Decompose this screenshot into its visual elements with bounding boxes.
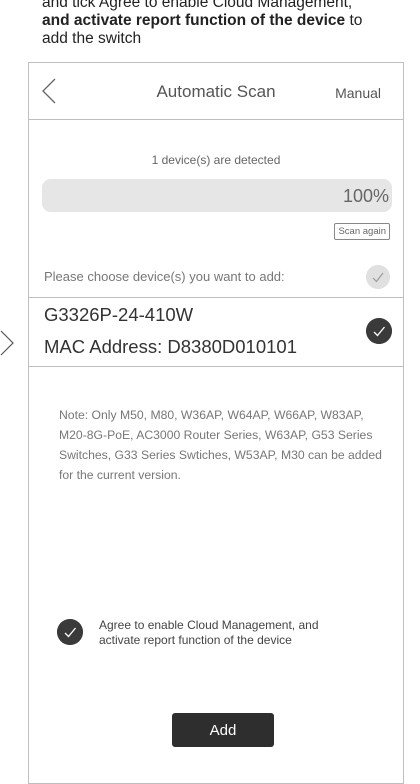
scan-again-button[interactable]: Scan again — [334, 223, 390, 240]
device-selected-check-icon[interactable] — [366, 318, 392, 344]
instruction-tail: to — [345, 12, 363, 29]
device-model: G3326P-24-410W — [44, 304, 194, 325]
select-all-check-icon[interactable] — [366, 265, 390, 289]
instruction-bold: and activate report function of the devi… — [42, 12, 346, 29]
phone-screen: Automatic Scan Manual 1 device(s) are de… — [28, 62, 404, 784]
scan-progress-bar: 100% — [42, 179, 392, 212]
instruction-text: and tick Agree to enable Cloud Managemen… — [42, 0, 420, 48]
instruction-line-1: and tick Agree to enable Cloud Managemen… — [42, 0, 353, 11]
add-button[interactable]: Add — [172, 713, 274, 747]
back-chevron-icon[interactable] — [39, 77, 59, 105]
device-list-item[interactable]: G3326P-24-410W MAC Address: D8380D010101 — [29, 298, 403, 367]
instruction-line-3: add the switch — [42, 30, 142, 47]
agree-check-icon[interactable] — [57, 619, 83, 645]
detected-count: 1 device(s) are detected — [151, 153, 281, 167]
choose-device-row: Please choose device(s) you want to add: — [29, 257, 403, 298]
choose-label: Please choose device(s) you want to add: — [44, 269, 285, 284]
progress-fill — [42, 179, 392, 212]
manual-link[interactable]: Manual — [335, 85, 381, 101]
progress-percent: 100% — [342, 186, 389, 206]
device-mac: MAC Address: D8380D010101 — [44, 336, 297, 357]
instruction-line-2: and activate report function of the devi… — [42, 12, 420, 30]
chevron-right-icon — [0, 330, 14, 356]
compatibility-note: Note: Only M50, M80, W36AP, W64AP, W66AP… — [59, 408, 382, 482]
nav-bar: Automatic Scan Manual — [29, 63, 403, 120]
agree-label[interactable]: Agree to enable Cloud Management, and ac… — [99, 618, 339, 648]
